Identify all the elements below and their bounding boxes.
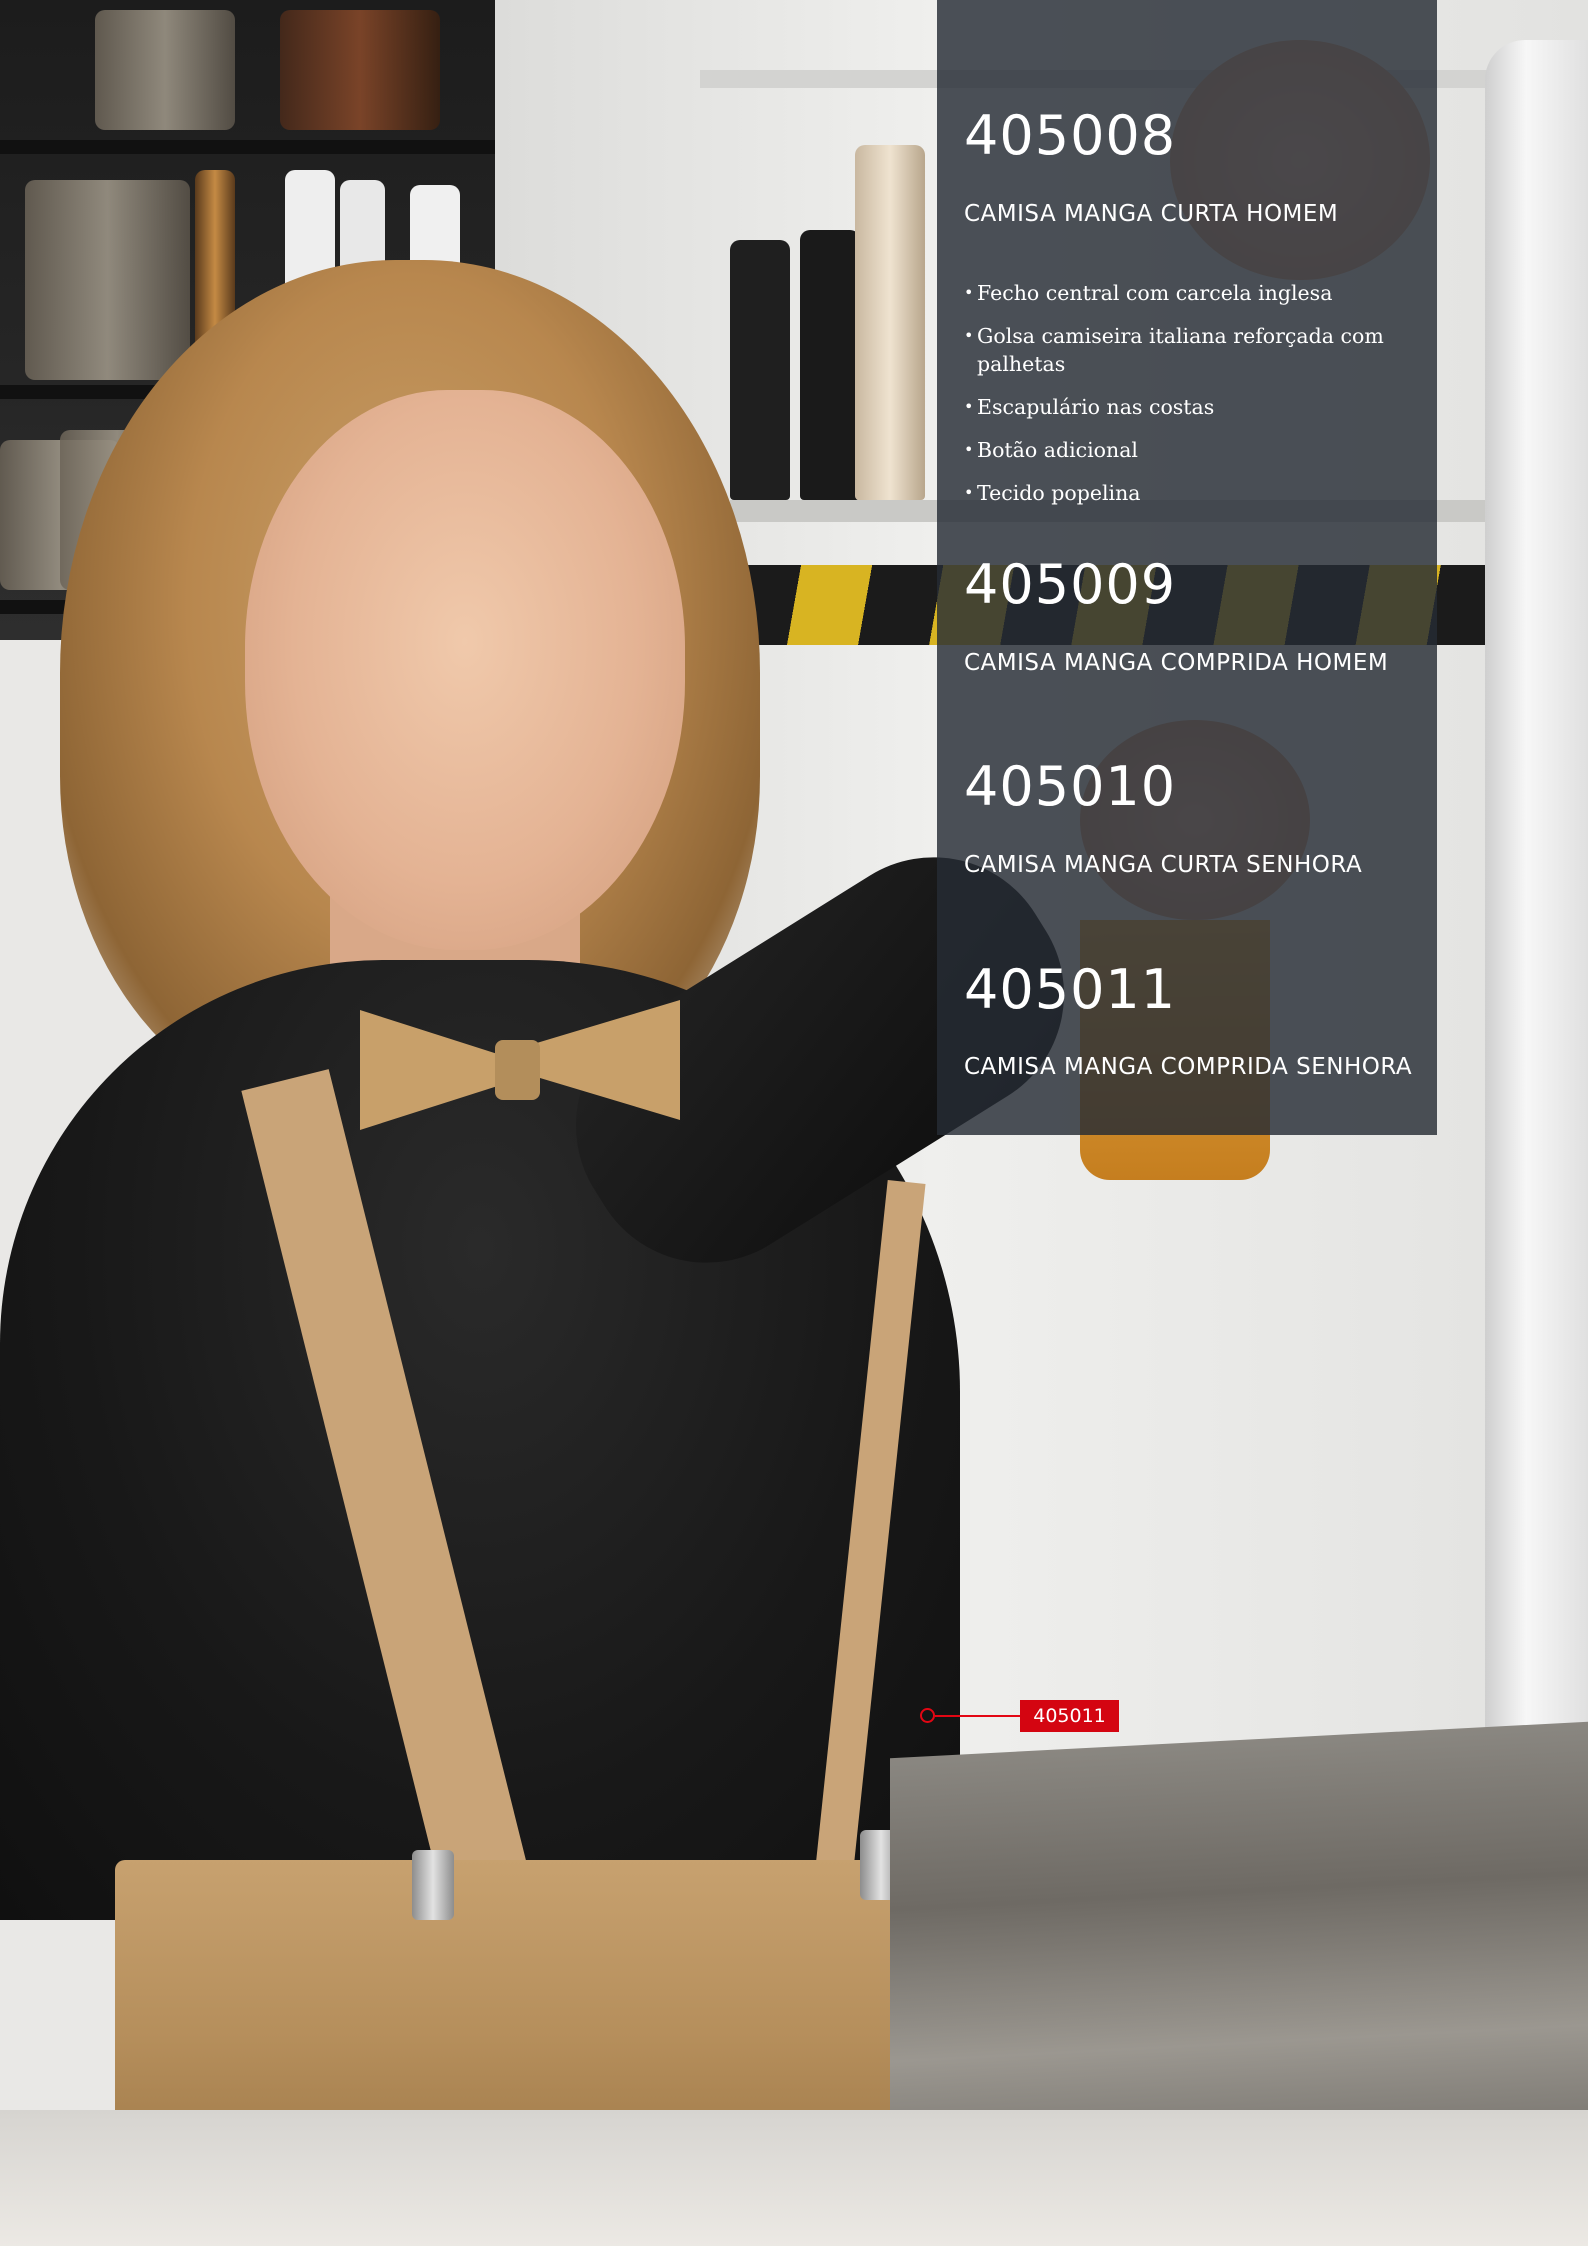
feature-item: Golsa camiseira italiana reforçada com p…	[964, 322, 1424, 378]
product-code: 405008	[964, 104, 1177, 167]
feature-item: Escapulário nas costas	[964, 393, 1424, 421]
product-name: CAMISA MANGA CURTA SENHORA	[964, 852, 1363, 878]
shelf-board	[0, 140, 495, 154]
callout-label: 405011	[1020, 1700, 1119, 1732]
product-block: CAMISA MANGA CURTA SENHORA	[964, 849, 1414, 881]
bottle	[855, 145, 925, 500]
face	[245, 390, 685, 950]
callout-line	[935, 1715, 1020, 1717]
product-name: CAMISA MANGA COMPRIDA HOMEM	[964, 650, 1389, 676]
jar	[280, 10, 440, 130]
jar	[95, 10, 235, 130]
suspender-clip	[412, 1850, 454, 1920]
product-block: 405011	[964, 960, 1176, 1020]
product-block: CAMISA MANGA COMPRIDA SENHORA	[964, 1051, 1414, 1083]
product-code: 405010	[964, 755, 1177, 818]
feature-item: Tecido popelina	[964, 479, 1424, 507]
bottle	[800, 230, 860, 500]
product-block: 405009	[964, 555, 1176, 615]
counter	[0, 2110, 1588, 2246]
product-name: CAMISA MANGA CURTA HOMEM	[964, 201, 1339, 227]
bow-tie-knot	[495, 1040, 540, 1100]
callout-marker	[920, 1708, 935, 1723]
product-code: 405011	[964, 958, 1177, 1021]
product-name: CAMISA MANGA COMPRIDA SENHORA	[964, 1054, 1413, 1080]
feature-list: Fecho central com carcela inglesa Golsa …	[964, 279, 1424, 522]
product-block: 405010	[964, 757, 1176, 817]
jar	[25, 180, 190, 380]
feature-item: Fecho central com carcela inglesa	[964, 279, 1424, 307]
bottle	[730, 240, 790, 500]
product-block: CAMISA MANGA COMPRIDA HOMEM	[964, 647, 1414, 679]
product-code: 405009	[964, 553, 1177, 616]
product-block: 405008	[964, 106, 1176, 166]
product-block: CAMISA MANGA CURTA HOMEM	[964, 198, 1414, 230]
feature-item: Botão adicional	[964, 436, 1424, 464]
